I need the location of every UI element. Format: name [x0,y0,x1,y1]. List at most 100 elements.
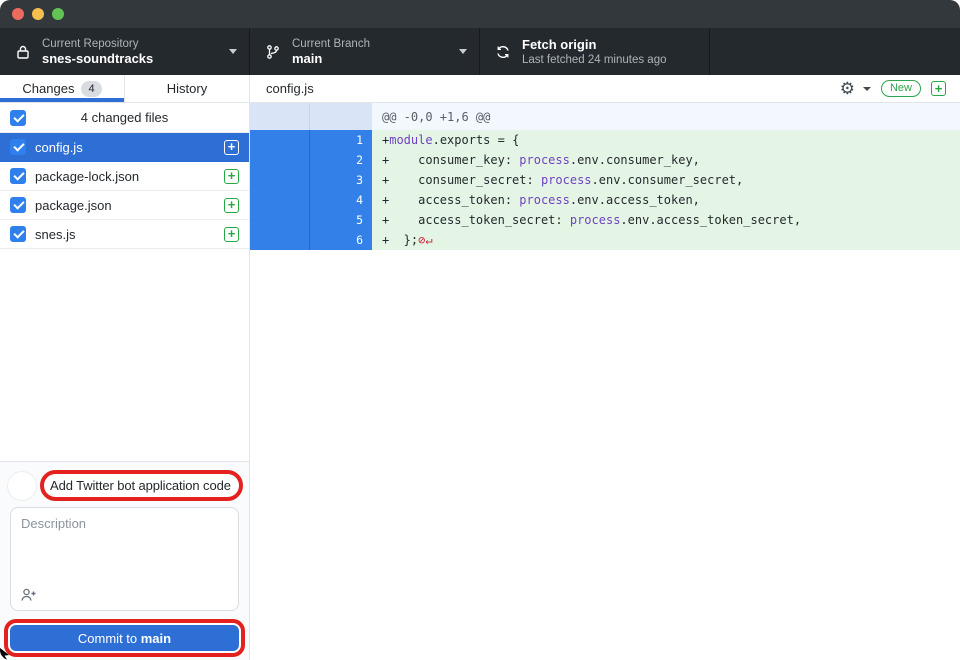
file-row[interactable]: config.js [0,133,249,162]
commit-panel: Commit to main [0,461,249,660]
tab-changes-label: Changes [22,81,74,96]
hunk-gutter-old [250,103,310,130]
file-row[interactable]: package-lock.json [0,162,249,191]
sync-icon [494,43,512,61]
diff-code-line: + access_token: process.env.access_token… [372,190,960,210]
gear-icon[interactable]: ⚙ [840,80,855,97]
add-coauthor-icon[interactable] [20,587,38,603]
traffic-lights [12,8,64,20]
commit-summary-input[interactable] [50,478,233,493]
chevron-down-icon [459,49,467,54]
diff-line: 2+ consumer_key: process.env.consumer_ke… [250,150,960,170]
current-repository-button[interactable]: Current Repository snes-soundtracks [0,28,250,75]
file-list-rows: config.js package-lock.json package.json sn… [0,133,249,249]
fetch-origin-button[interactable]: Fetch origin Last fetched 24 minutes ago [480,28,710,75]
chevron-down-icon[interactable] [863,87,871,91]
changed-files-count: 4 changed files [81,110,168,125]
file-checkbox[interactable] [10,226,26,242]
diff-gutter-old[interactable] [250,170,310,190]
diff-gutter-new[interactable]: 3 [310,170,372,190]
hunk-header-text: @@ -0,0 +1,6 @@ [372,103,960,130]
diff-gutter-new[interactable]: 6 [310,230,372,250]
title-bar [0,0,960,28]
tab-history[interactable]: History [124,75,249,102]
fetch-label: Fetch origin [522,37,697,53]
diff-line: 4+ access_token: process.env.access_toke… [250,190,960,210]
hunk-header-row: @@ -0,0 +1,6 @@ [250,103,960,130]
diff-code-line: + consumer_key: process.env.consumer_key… [372,150,960,170]
file-row[interactable]: package.json [0,191,249,220]
changed-files-list: 4 changed files config.js package-lock.js… [0,103,249,461]
commit-description-textarea[interactable] [10,507,239,611]
diff-view: @@ -0,0 +1,6 @@ 1+module.exports = {2+ c… [250,103,960,250]
plus-square-icon[interactable] [224,140,239,155]
chevron-down-icon [229,49,237,54]
diff-gutter-old[interactable] [250,230,310,250]
plus-square-icon[interactable] [224,227,239,242]
file-name: snes.js [35,227,215,242]
plus-square-icon[interactable] [224,198,239,213]
diff-code-line: + access_token_secret: process.env.acces… [372,210,960,230]
diff-gutter-old[interactable] [250,150,310,170]
diff-line: 5+ access_token_secret: process.env.acce… [250,210,960,230]
commit-summary-row [0,470,249,501]
diff-gutter-old[interactable] [250,190,310,210]
git-branch-icon [264,43,282,61]
changed-files-header: 4 changed files [0,103,249,133]
toolbar-filler [710,28,960,75]
toolbar: Current Repository snes-soundtracks Curr… [0,28,960,75]
current-branch-button[interactable]: Current Branch main [250,28,480,75]
file-checkbox[interactable] [10,139,26,155]
diff-line: 3+ consumer_secret: process.env.consumer… [250,170,960,190]
commit-button-branch: main [141,631,171,646]
tab-changes[interactable]: Changes 4 [0,75,124,102]
zoom-button[interactable] [52,8,64,20]
diff-code-line: + };⊘↵ [372,230,960,250]
file-name: package.json [35,198,215,213]
file-name: config.js [35,140,215,155]
diff-gutter-new[interactable]: 5 [310,210,372,230]
diff-file-title: config.js [266,81,840,96]
mouse-cursor [0,648,12,660]
changes-count-badge: 4 [81,81,101,97]
content: Changes 4 History 4 changed files config… [0,75,960,660]
minimize-button[interactable] [32,8,44,20]
commit-button[interactable]: Commit to main [10,625,239,651]
select-all-checkbox[interactable] [10,110,26,126]
fetch-status: Last fetched 24 minutes ago [522,53,697,67]
diff-gutter-new[interactable]: 2 [310,150,372,170]
lock-icon [14,43,32,61]
sidebar: Changes 4 History 4 changed files config… [0,75,250,660]
file-checkbox[interactable] [10,168,26,184]
diff-gutter-old[interactable] [250,210,310,230]
file-checkbox[interactable] [10,197,26,213]
hunk-gutter-new [310,103,372,130]
sidebar-tabs: Changes 4 History [0,75,249,103]
tab-history-label: History [167,81,207,96]
file-row[interactable]: snes.js [0,220,249,249]
diff-header-icons: ⚙ New [840,80,946,97]
file-name: package-lock.json [35,169,215,184]
summary-highlight-annotation [40,470,243,501]
commit-button-prefix: Commit to [78,631,141,646]
new-file-badge: New [881,80,921,97]
diff-header: config.js ⚙ New [250,75,960,103]
diff-gutter-new[interactable]: 4 [310,190,372,210]
diff-code-line: +module.exports = { [372,130,960,150]
diff-lines: 1+module.exports = {2+ consumer_key: pro… [250,130,960,250]
github-desktop-window: Current Repository snes-soundtracks Curr… [0,0,960,660]
branch-label: Current Branch [292,37,451,51]
diff-code-line: + consumer_secret: process.env.consumer_… [372,170,960,190]
diff-line: 1+module.exports = { [250,130,960,150]
commit-description-wrap [10,507,239,611]
diff-line: 6+ };⊘↵ [250,230,960,250]
close-button[interactable] [12,8,24,20]
repo-name: snes-soundtracks [42,51,221,67]
diff-gutter-new[interactable]: 1 [310,130,372,150]
repo-label: Current Repository [42,37,221,51]
plus-square-icon[interactable] [931,81,946,96]
plus-square-icon[interactable] [224,169,239,184]
avatar [8,472,36,500]
diff-gutter-old[interactable] [250,130,310,150]
branch-name: main [292,51,451,67]
